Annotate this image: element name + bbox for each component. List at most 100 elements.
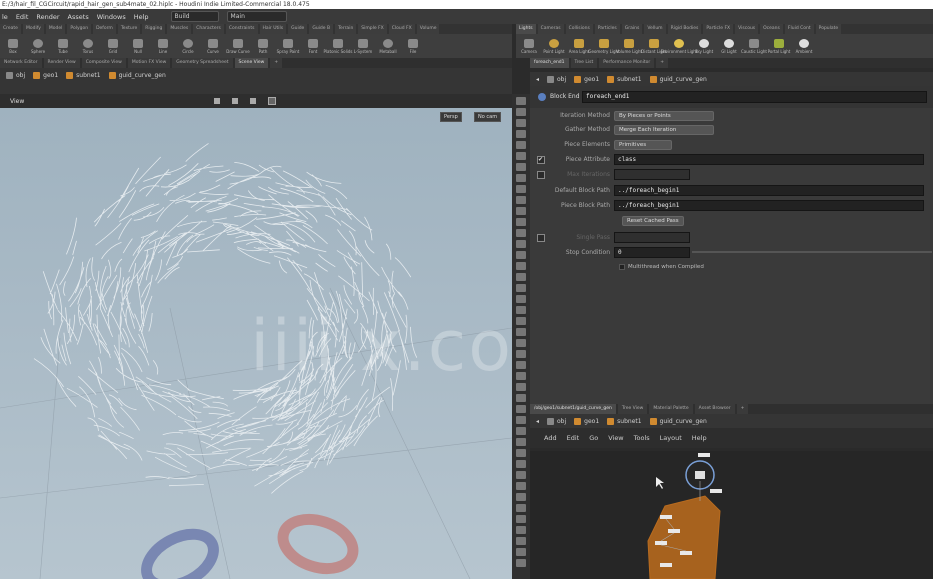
network-node[interactable] [655,541,667,545]
display-icon[interactable] [516,284,526,292]
tab-network-path[interactable]: /obj/geo1/subnet1/guid_curve_gen [530,404,616,414]
display-icon[interactable] [516,174,526,182]
rotate-icon[interactable] [250,98,257,104]
display-icon[interactable] [516,273,526,281]
network-node[interactable] [660,515,672,519]
display-icon[interactable] [516,119,526,127]
display-icon[interactable] [516,482,526,490]
tool-environment-light[interactable]: Environment Light [661,34,697,58]
tool-sky-light[interactable]: Sky Light [693,34,715,58]
viewport-label[interactable]: View [10,98,24,105]
display-icon[interactable] [516,218,526,226]
max-iterations-field[interactable] [614,169,690,180]
node-name-field[interactable]: foreach_end1 [582,91,927,103]
crumb-guid-curve-gen[interactable]: guid_curve_gen [649,75,707,83]
net-menu-help[interactable]: Help [692,434,707,442]
display-icon[interactable] [516,240,526,248]
display-icon[interactable] [516,262,526,270]
shelf-tab[interactable]: Cameras [537,24,564,34]
tab-material-palette[interactable]: Material Palette [649,404,693,414]
tab-asset-browser[interactable]: Asset Browser [694,404,735,414]
shelf-tab[interactable]: Vellum [644,24,666,34]
display-icon[interactable] [516,196,526,204]
display-icon[interactable] [516,207,526,215]
display-icon[interactable] [516,130,526,138]
reset-cook-button[interactable]: Reset Cached Pass [622,216,684,226]
shelf-tab[interactable]: Create [0,24,21,34]
tab-performance-monitor[interactable]: Performance Monitor [599,58,655,68]
tool-ambient-light[interactable]: Ambient [793,34,815,58]
display-icon[interactable] [516,295,526,303]
net-menu-edit[interactable]: Edit [567,434,580,442]
display-icon[interactable] [516,350,526,358]
tool-area-light[interactable]: Area Light [568,34,590,58]
display-icon[interactable] [516,394,526,402]
net-menu-layout[interactable]: Layout [660,434,682,442]
display-icon[interactable] [516,152,526,160]
tab-scene-view[interactable]: Scene View [234,58,269,68]
network-node[interactable] [680,551,692,555]
display-icon[interactable] [516,383,526,391]
add-tab-icon[interactable]: + [736,404,749,414]
network-node[interactable] [660,563,672,567]
tool-path[interactable]: Path [252,34,274,58]
menu-windows[interactable]: Windows [97,13,126,21]
shelf-tab[interactable]: Cloud FX [388,24,415,34]
multithread-checkbox[interactable] [619,264,625,270]
shelf-tab[interactable]: Rigid Bodies [667,24,702,34]
crumb-geo[interactable]: geo1 [574,417,599,425]
piece-attribute-checkbox[interactable]: ✔ [537,156,545,164]
shelf-tab[interactable]: Muscles [167,24,192,34]
tool-platonic[interactable]: Platonic Solids [324,34,352,58]
tool-lsystem[interactable]: L-System [352,34,374,58]
display-icon[interactable] [516,537,526,545]
display-icon[interactable] [516,559,526,567]
tab-motion-fx-view[interactable]: Motion FX View [127,58,171,68]
tool-portal-light[interactable]: Portal Light [768,34,790,58]
display-icon[interactable] [516,515,526,523]
display-icon[interactable] [516,306,526,314]
shelf-tab[interactable]: Polygon [67,24,92,34]
display-icon[interactable] [516,460,526,468]
tool-camera[interactable]: Camera [518,34,540,58]
display-icon[interactable] [516,416,526,424]
crumb-geo[interactable]: geo1 [574,75,599,83]
tool-curve[interactable]: Curve [202,34,224,58]
tool-null[interactable]: Null [127,34,149,58]
back-arrow-icon[interactable]: ◂ [536,76,539,83]
shelf-tab[interactable]: Oceans [760,24,783,34]
network-canvas[interactable] [530,451,933,579]
block-path-field[interactable]: ../foreach_begin1 [614,185,924,196]
shelf-tab[interactable]: Texture [117,24,141,34]
tool-sphere[interactable]: Sphere [27,34,49,58]
piece-elements-dropdown[interactable]: Primitives [614,140,672,150]
display-icon[interactable] [516,328,526,336]
display-icon[interactable] [516,427,526,435]
network-node[interactable] [668,529,680,533]
display-icon[interactable] [516,361,526,369]
add-tab-icon[interactable]: + [270,58,283,68]
context-select[interactable]: Main [226,11,287,22]
shelf-tab[interactable]: Characters [193,24,224,34]
display-icon[interactable] [516,317,526,325]
back-arrow-icon[interactable]: ◂ [536,418,539,425]
shelf-tab[interactable]: Modify [22,24,44,34]
foreach-end-node[interactable] [695,471,705,479]
display-icon[interactable] [516,251,526,259]
net-menu-tools[interactable]: Tools [634,434,650,442]
crumb-guid-curve-gen[interactable]: guid_curve_gen [108,72,166,79]
network-node[interactable] [710,489,722,493]
display-icon[interactable] [516,405,526,413]
shelf-tab[interactable]: Particle FX [703,24,734,34]
persp-menu[interactable]: Persp [440,112,462,122]
crumb-subnet[interactable]: subnet1 [607,75,642,83]
display-icon[interactable] [516,526,526,534]
tool-grid[interactable]: Grid [102,34,124,58]
network-node[interactable] [698,453,710,457]
shelf-tab[interactable]: Hair Utils [259,24,287,34]
desktop-select[interactable]: Build [170,11,219,22]
shelf-tab[interactable]: Populate [815,24,842,34]
shelf-tab[interactable]: Collisions [565,24,593,34]
move-icon[interactable] [232,98,239,104]
piece-attribute-field[interactable]: class [614,154,924,165]
